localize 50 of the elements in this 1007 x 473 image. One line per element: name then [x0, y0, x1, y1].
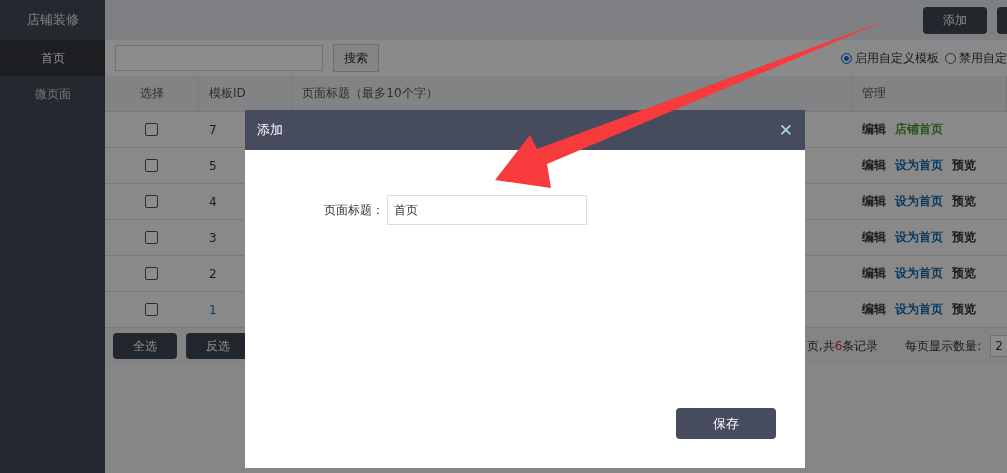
- action-link[interactable]: 编辑: [861, 193, 886, 210]
- sidebar-item[interactable]: 首页: [0, 40, 105, 76]
- close-icon[interactable]: ✕: [778, 120, 793, 140]
- sidebar-title: 店铺装修: [25, 11, 80, 29]
- select-button[interactable]: 全选: [113, 333, 177, 359]
- action-link[interactable]: 编辑: [861, 157, 886, 174]
- save-button[interactable]: 保存: [676, 408, 776, 439]
- title-input[interactable]: 首页: [387, 195, 587, 225]
- column-header: 选择: [105, 76, 199, 111]
- search-field[interactable]: [115, 45, 323, 71]
- add-button[interactable]: 添加: [923, 6, 987, 34]
- table-cell: 5: [209, 158, 217, 173]
- action-link[interactable]: 预览: [951, 157, 976, 174]
- radio-button[interactable]: [841, 52, 852, 64]
- radio-label[interactable]: 启用自定义模板: [855, 49, 939, 67]
- action-link[interactable]: 预览: [951, 229, 976, 246]
- status-text: 店铺首页: [894, 121, 943, 138]
- page-size-label: 每页显示数量:: [905, 337, 982, 355]
- checkbox[interactable]: [145, 123, 159, 136]
- radio-button[interactable]: [945, 52, 956, 64]
- action-link[interactable]: 预览: [951, 193, 976, 210]
- checkbox[interactable]: [145, 303, 159, 316]
- checkbox[interactable]: [145, 231, 159, 244]
- dialog-title: 添加: [257, 121, 283, 139]
- record-count: 页,共6条记录: [806, 337, 879, 355]
- sidebar-item[interactable]: 微页面: [0, 76, 105, 112]
- action-link[interactable]: 编辑: [861, 265, 886, 282]
- field-label: 页面标题：: [324, 201, 384, 219]
- table-cell: 3: [209, 230, 217, 245]
- action-link[interactable]: 预览: [951, 301, 976, 318]
- action-link[interactable]: 编辑: [861, 229, 886, 246]
- page-size-select[interactable]: 2: [990, 335, 1007, 357]
- action-link[interactable]: 设为首页: [894, 301, 943, 318]
- action-link[interactable]: 设为首页: [894, 193, 943, 210]
- table-cell: 2: [209, 266, 217, 281]
- radio-label[interactable]: 禁用自定: [959, 49, 1007, 67]
- table-cell: 7: [209, 122, 217, 137]
- action-link[interactable]: 设为首页: [894, 157, 943, 174]
- action-link[interactable]: 设为首页: [894, 229, 943, 246]
- column-header: 管理: [851, 76, 1007, 111]
- action-link[interactable]: 编辑: [861, 301, 886, 318]
- action-link[interactable]: 编辑: [861, 121, 886, 138]
- checkbox[interactable]: [145, 195, 159, 208]
- checkbox[interactable]: [145, 159, 159, 172]
- checkbox[interactable]: [145, 267, 159, 280]
- table-cell: 4: [209, 194, 217, 209]
- action-link[interactable]: 预览: [951, 265, 976, 282]
- search-button[interactable]: 搜索: [333, 44, 379, 72]
- id-link[interactable]: 1: [209, 302, 217, 317]
- action-link[interactable]: 设为首页: [894, 265, 943, 282]
